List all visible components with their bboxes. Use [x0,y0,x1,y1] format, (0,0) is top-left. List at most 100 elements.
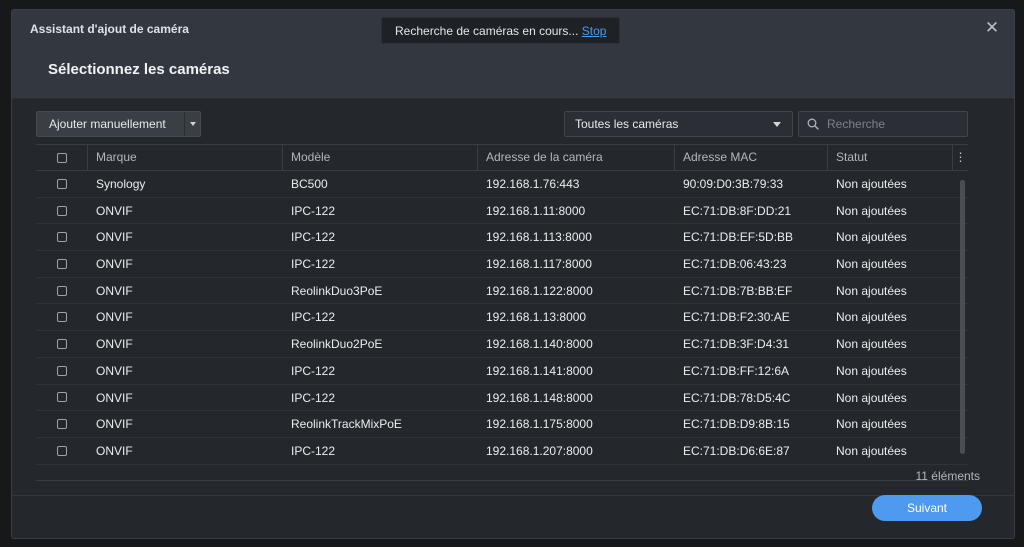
search-input[interactable] [827,117,957,131]
row-checkbox[interactable] [57,205,67,216]
column-header-brand[interactable]: Marque [88,145,283,170]
table-row[interactable]: ONVIF IPC-122 192.168.1.207:8000 EC:71:DB:D… [36,438,968,465]
row-checkbox[interactable] [57,445,67,456]
table-row[interactable]: ONVIF IPC-122 192.168.1.113:8000 EC:71:DB:E… [36,224,968,252]
cell-mac: EC:71:DB:7B:BB:EF [683,283,793,298]
close-icon[interactable]: ✕ [984,19,1000,36]
cell-model: IPC-122 [291,310,336,325]
cell-brand: ONVIF [96,283,133,298]
row-checkbox[interactable] [57,392,67,403]
select-all-cell [36,145,88,170]
cell-status: Non ajoutées [836,177,907,191]
table-header: Marque Modèle Adresse de la caméra Adres… [36,145,968,171]
item-count: 11 éléments [915,469,980,483]
row-checkbox[interactable] [57,178,67,189]
column-header-address[interactable]: Adresse de la caméra [478,145,675,170]
cell-mac: EC:71:DB:D9:8B:15 [683,417,790,432]
cell-model: ReolinkDuo2PoE [291,337,383,352]
cell-address: 192.168.1.175:8000 [486,417,593,432]
row-checkbox-cell [36,224,88,250]
cell-status: Non ajoutées [836,363,907,378]
cell-mac: EC:71:DB:D6:6E:87 [683,443,790,458]
cell-brand: ONVIF [96,310,133,325]
cell-mac: EC:71:DB:F2:30:AE [683,310,790,325]
column-header-model[interactable]: Modèle [283,145,478,170]
cell-address: 192.168.1.11:8000 [486,203,586,218]
cell-status: Non ajoutées [836,337,907,352]
cell-brand: ONVIF [96,443,133,458]
add-manually-label[interactable]: Ajouter manuellement [37,112,184,136]
table-row[interactable]: ONVIF IPC-122 192.168.1.11:8000 EC:71:DB:8F… [36,198,968,225]
add-manually-button[interactable]: Ajouter manuellement [36,111,201,137]
table-body: Synology BC500 192.168.1.76:443 90:09:D0:3B… [36,171,968,465]
row-checkbox-cell [36,304,88,330]
cell-mac: 90:09:D0:3B:79:33 [683,177,784,191]
cell-status: Non ajoutées [836,417,907,432]
cell-model: IPC-122 [291,390,336,405]
cell-model: IPC-122 [291,363,336,378]
row-checkbox[interactable] [57,285,67,296]
caret-down-icon [189,122,196,126]
next-button[interactable]: Suivant [872,495,982,521]
search-icon [799,118,827,130]
cell-brand: ONVIF [96,337,133,352]
cell-address: 192.168.1.207:8000 [486,443,593,458]
cell-mac: EC:71:DB:78:D5:4C [683,390,791,405]
row-checkbox-cell [36,438,88,464]
cell-brand: ONVIF [96,417,133,432]
cell-address: 192.168.1.76:443 [486,177,580,191]
row-checkbox-cell [36,198,88,224]
cell-model: IPC-122 [291,257,336,272]
cell-model: IPC-122 [291,203,336,218]
cell-brand: ONVIF [96,390,133,405]
column-options-icon[interactable]: ⋮ [953,145,968,170]
dialog-footer [12,495,1014,538]
cell-model: BC500 [291,177,328,191]
row-checkbox[interactable] [57,312,67,323]
table-row[interactable]: ONVIF ReolinkTrackMixPoE 192.168.1.175:800… [36,411,968,438]
select-all-checkbox[interactable] [56,152,67,163]
column-header-mac[interactable]: Adresse MAC [675,145,828,170]
cell-address: 192.168.1.148:8000 [486,390,593,405]
cell-model: IPC-122 [291,443,336,458]
table-row[interactable]: ONVIF ReolinkDuo2PoE 192.168.1.140:8000 EC:… [36,331,968,358]
row-checkbox-cell [36,331,88,357]
add-manually-dropdown[interactable] [184,112,200,136]
table-row[interactable]: ONVIF IPC-122 192.168.1.141:8000 EC:71:DB:F… [36,358,968,385]
row-checkbox[interactable] [57,419,67,430]
stop-search-link[interactable]: Stop [582,24,607,38]
table-row[interactable]: ONVIF IPC-122 192.168.1.148:8000 EC:71:DB:7… [36,385,968,412]
cell-status: Non ajoutées [836,257,907,272]
table-row[interactable]: Synology BC500 192.168.1.76:443 90:09:D0:3B… [36,171,968,198]
row-checkbox[interactable] [57,338,67,349]
cell-brand: ONVIF [96,257,133,272]
camera-filter-value: Toutes les caméras [575,117,679,131]
window-title: Assistant d'ajout de caméra [30,22,189,36]
column-header-status[interactable]: Statut [828,145,953,170]
search-status-text: Recherche de caméras en cours... [395,24,582,38]
search-box[interactable] [798,111,968,137]
table-row[interactable]: ONVIF ReolinkDuo3PoE 192.168.1.122:8000 EC:… [36,278,968,305]
cell-address: 192.168.1.122:8000 [486,283,593,298]
table-row[interactable]: ONVIF IPC-122 192.168.1.13:8000 EC:71:DB:F2… [36,304,968,332]
table-scrollbar[interactable] [960,180,965,454]
row-checkbox[interactable] [57,232,67,243]
cell-address: 192.168.1.141:8000 [486,363,593,378]
row-checkbox-cell [36,278,88,304]
cell-address: 192.168.1.113:8000 [486,230,592,245]
cell-model: IPC-122 [291,230,336,245]
row-checkbox[interactable] [57,365,67,376]
row-checkbox-cell [36,358,88,384]
table-row[interactable]: ONVIF IPC-122 192.168.1.117:8000 EC:71:DB:0… [36,251,968,278]
cell-mac: EC:71:DB:3F:D4:31 [683,337,790,352]
row-checkbox-cell [36,171,88,197]
cell-status: Non ajoutées [836,203,907,218]
row-checkbox[interactable] [57,258,67,269]
camera-filter-select[interactable]: Toutes les caméras [564,111,793,137]
cell-address: 192.168.1.140:8000 [486,337,593,352]
cell-status: Non ajoutées [836,443,907,458]
cell-model: ReolinkTrackMixPoE [291,417,402,432]
cell-status: Non ajoutées [836,283,907,298]
row-checkbox-cell [36,411,88,437]
row-checkbox-cell [36,251,88,277]
